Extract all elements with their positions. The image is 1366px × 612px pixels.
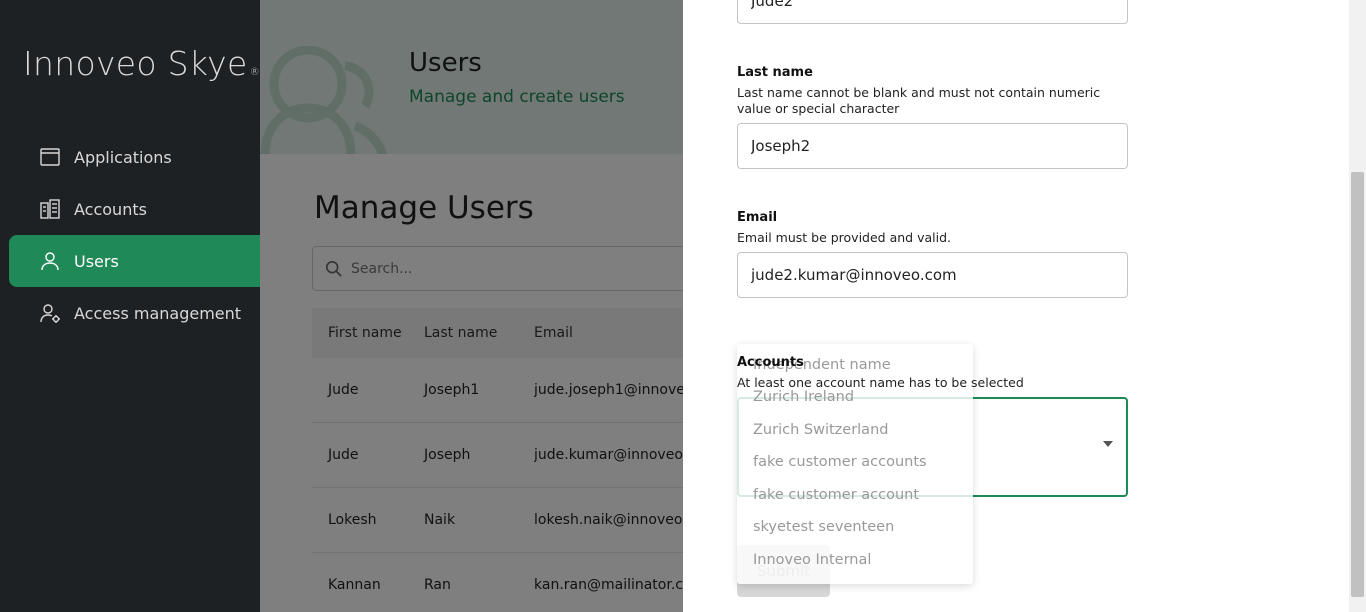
dropdown-option[interactable]: Innoveo Internal: [753, 552, 871, 568]
sidebar-item-label: Users: [74, 251, 119, 271]
sidebar-item-applications[interactable]: Applications: [9, 131, 260, 183]
dropdown-option[interactable]: Zurich Ireland: [753, 389, 854, 405]
sidebar-item-label: Accounts: [74, 199, 147, 219]
accounts-help: At least one account name has to be sele…: [737, 375, 1024, 390]
brand-mark: ®: [249, 67, 260, 78]
chevron-down-icon[interactable]: [1103, 441, 1113, 447]
building-icon: [39, 198, 61, 220]
email-label: Email: [737, 210, 778, 225]
dropdown-option[interactable]: fake customer accounts: [753, 454, 927, 470]
last-name-label: Last name: [737, 65, 813, 80]
accounts-label: Accounts: [737, 355, 804, 370]
dropdown-option[interactable]: skyetest seventeen: [753, 519, 894, 535]
brand-name: Innoveo Skye: [23, 44, 248, 83]
sidebar: Innoveo Skye ® Applications Accounts User…: [0, 0, 260, 612]
brand-logo: Innoveo Skye ®: [23, 44, 260, 83]
user-gear-icon: [39, 302, 61, 324]
modal-backdrop[interactable]: [260, 0, 683, 612]
sidebar-item-label: Access management: [74, 303, 242, 323]
first-name-input[interactable]: [737, 0, 1128, 24]
window-icon: [39, 146, 61, 168]
scrollbar-thumb[interactable]: [1351, 172, 1364, 597]
sidebar-item-accounts[interactable]: Accounts: [9, 183, 260, 235]
last-name-help: Last name cannot be blank and must not c…: [737, 85, 1101, 116]
user-icon: [39, 250, 61, 272]
dropdown-option[interactable]: fake customer account: [753, 487, 919, 503]
dropdown-option[interactable]: Zurich Switzerland: [753, 422, 888, 438]
email-help: Email must be provided and valid.: [737, 230, 951, 245]
sidebar-item-access-management[interactable]: Access management: [9, 287, 260, 339]
sidebar-item-label: Applications: [74, 147, 172, 167]
email-input[interactable]: [737, 252, 1128, 298]
sidebar-item-users[interactable]: Users: [9, 235, 260, 287]
last-name-input[interactable]: [737, 123, 1128, 169]
